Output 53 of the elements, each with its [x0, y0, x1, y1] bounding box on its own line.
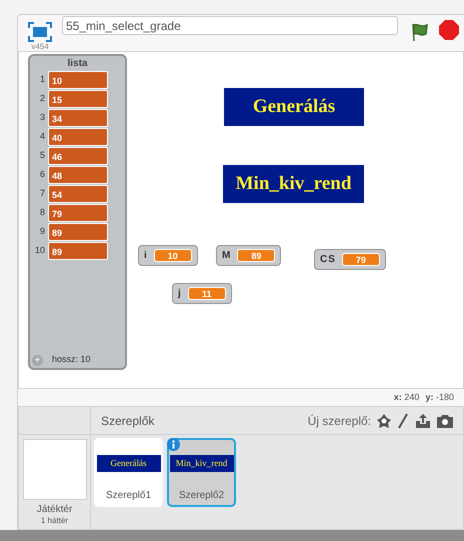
stage-thumbnail[interactable] [23, 439, 87, 500]
project-title-field[interactable]: 55_min_select_grade [62, 16, 398, 35]
stage-sprite[interactable]: Generálás [224, 88, 364, 126]
fullscreen-icon[interactable] [28, 22, 52, 42]
list-item: 46 [48, 147, 108, 165]
sprite-tile[interactable]: Generálás Szereplő1 [94, 438, 163, 507]
list-title: lista [66, 57, 88, 71]
list-index: 2 [38, 92, 46, 106]
list-index: 10 [34, 244, 46, 258]
info-icon[interactable] [167, 438, 180, 451]
variable-value: 89 [237, 249, 276, 262]
list-index: 9 [38, 225, 46, 238]
sprite-name: Szereplő1 [106, 489, 152, 503]
list-index: 4 [38, 130, 46, 144]
backdrop-count: 1 háttér [40, 516, 70, 526]
list-item: 48 [48, 166, 108, 184]
stage-label: Játéktér [36, 504, 74, 516]
new-sprite-label: Új szereplő: [308, 412, 371, 430]
stage-sprite[interactable]: Min_kiv_rend [223, 165, 364, 203]
list-length: hossz: 10 [52, 353, 91, 366]
variable-value: 11 [188, 287, 226, 300]
sprite-name: Szereplő2 [178, 489, 224, 503]
list-item: 79 [48, 204, 108, 222]
list-item: 89 [48, 223, 108, 241]
list-item: 15 [48, 90, 108, 108]
x-coordinate: x: 240 [394, 390, 420, 404]
variable-name: M [222, 249, 232, 263]
variable-value: 10 [154, 249, 192, 262]
camera-icon[interactable] [437, 414, 453, 428]
upload-icon[interactable] [415, 412, 431, 428]
list-index: 6 [38, 168, 46, 182]
list-index: 5 [38, 149, 46, 162]
variable-value: 79 [342, 253, 380, 266]
list-index: 7 [38, 187, 46, 200]
list-item: 10 [48, 71, 108, 89]
variable-name: i [144, 249, 148, 263]
sprite-thumbnail: Generálás [96, 455, 160, 472]
list-index: 3 [38, 111, 46, 124]
stop-icon[interactable] [439, 20, 459, 40]
list-item: 40 [48, 128, 108, 146]
y-coordinate: y: -180 [425, 390, 454, 404]
variable-name: j [178, 287, 182, 301]
sprites-title: Szereplők [101, 412, 154, 430]
variable-name: CS [320, 253, 336, 267]
list-index: 1 [38, 73, 46, 86]
flag-icon[interactable] [410, 22, 430, 42]
sprite-thumbnail: Min_kiv_rend [170, 455, 234, 472]
list-item: 54 [48, 185, 108, 203]
list-index: 8 [38, 206, 46, 220]
list-item: 34 [48, 109, 108, 127]
list-item: 89 [48, 242, 108, 260]
version-label: v454 [31, 42, 49, 52]
sprite-tile[interactable]: Min_kiv_rend Szereplő2 [167, 438, 236, 507]
